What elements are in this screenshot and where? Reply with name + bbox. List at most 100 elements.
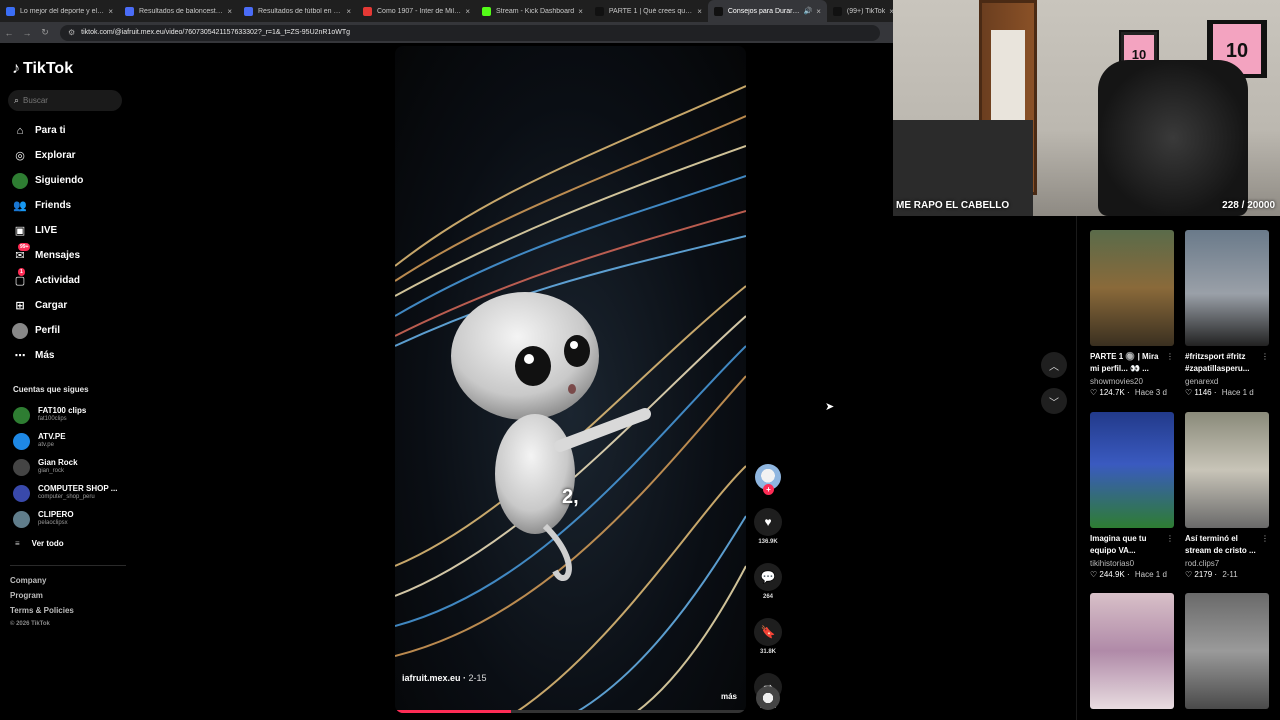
footer-terms[interactable]: Terms & Policies <box>10 606 74 621</box>
author-handle[interactable]: iafruit.mex.eu <box>402 673 461 683</box>
activity-icon: ▢ 1 <box>14 267 26 287</box>
sidebar-item-m-s[interactable]: ⋯ Más <box>12 343 83 368</box>
video-author[interactable]: iafruit.mex.eu · 2-15 <box>402 673 487 683</box>
video-thumbnail[interactable] <box>1090 412 1174 528</box>
tiktok-logo[interactable]: ♪ TikTok <box>12 60 73 78</box>
video-title[interactable]: #fritzsport #fritz #zapatillasperu... ⋮ <box>1185 351 1269 375</box>
comment-icon[interactable]: 💬 <box>754 563 782 591</box>
followed-account[interactable]: Gian Rock gian_rock <box>13 454 117 480</box>
sidebar-item-mensajes[interactable]: ✉ 99+ Mensajes <box>12 242 83 268</box>
live-icon: ▣ <box>14 225 26 237</box>
followed-account[interactable]: CLIPERO pelaoclipsx <box>13 506 117 532</box>
more-link[interactable]: más <box>721 692 737 701</box>
browser-tab[interactable]: Lo mejor del deporte y el entre × <box>0 0 119 22</box>
follow-plus-icon[interactable]: + <box>763 484 774 495</box>
like-action[interactable]: ♥ 136.9K <box>754 508 782 545</box>
close-tab-icon[interactable]: × <box>697 7 702 16</box>
search-box[interactable]: ⌕ <box>8 90 122 111</box>
account-names: COMPUTER SHOP ... computer_shop_peru <box>38 484 117 502</box>
followed-account[interactable]: FAT100 clips fat100clips <box>13 402 117 428</box>
music-disc-icon[interactable] <box>756 686 780 710</box>
sidebar-item-label: Para ti <box>35 125 66 136</box>
comment-count: 264 <box>762 594 773 600</box>
sidebar-item-actividad[interactable]: ▢ 1 Actividad <box>12 267 83 293</box>
close-tab-icon[interactable]: × <box>816 7 821 16</box>
creator-avatar[interactable]: + <box>755 464 781 495</box>
recommended-video-card[interactable]: Imagina que tu equipo VA... ⋮ tikihistoria… <box>1090 412 1174 579</box>
sidebar-divider <box>10 565 126 566</box>
video-title[interactable]: PARTE 1 🔘 | Mira mi perfil... 👀 ... ⋮ <box>1090 351 1174 375</box>
browser-tab[interactable]: (99+) TikTok × <box>827 0 893 22</box>
compass-icon: ◎ <box>15 150 25 162</box>
recommended-video-card[interactable] <box>1090 593 1174 709</box>
heart-icon[interactable]: ♥ <box>754 508 782 536</box>
tab-title: (99+) TikTok <box>846 7 886 15</box>
sidebar-item-siguiendo[interactable]: Siguiendo <box>12 168 83 193</box>
sidebar-item-live[interactable]: ▣ LIVE <box>12 218 83 243</box>
site-info-icon[interactable]: ⚙ <box>68 28 75 37</box>
time-ago: Hace 1 d <box>1134 570 1167 579</box>
bookmark-icon[interactable]: 🔖 <box>754 618 782 646</box>
sidebar-item-explorar[interactable]: ◎ Explorar <box>12 143 83 168</box>
browser-tab[interactable]: Como 1907 - Inter de Milán Fú× <box>357 0 476 22</box>
copyright: © 2026 TikTok <box>10 621 50 627</box>
notification-badge: 1 <box>18 267 25 276</box>
video-thumbnail[interactable] <box>1185 593 1269 709</box>
more-options-icon[interactable]: ⋮ <box>1166 533 1174 545</box>
back-icon[interactable]: ← <box>0 28 18 38</box>
video-thumbnail[interactable] <box>1185 412 1269 528</box>
video-title[interactable]: Así terminó el stream de cristo ... ⋮ <box>1185 533 1269 557</box>
sidebar-item-para-ti[interactable]: ⌂ Para ti <box>12 118 83 143</box>
sidebar-item-friends[interactable]: 👥 Friends <box>12 193 83 218</box>
footer-company[interactable]: Company <box>10 576 74 591</box>
tab-favicon-icon <box>832 6 842 16</box>
reload-icon[interactable]: ↻ <box>36 27 54 38</box>
more-options-icon[interactable]: ⋮ <box>1261 533 1269 545</box>
search-input[interactable] <box>23 96 114 105</box>
followed-account[interactable]: COMPUTER SHOP ... computer_shop_peru <box>13 480 117 506</box>
video-progress-bar[interactable] <box>395 710 746 713</box>
previous-video-button[interactable]: ︿ <box>1041 352 1067 378</box>
video-creator[interactable]: genarexd <box>1185 377 1269 386</box>
close-tab-icon[interactable]: × <box>346 7 351 16</box>
tab-title: PARTE 1 | Qué crees que pasarı <box>608 7 693 15</box>
mouse-cursor-icon: ➤ <box>825 401 835 413</box>
video-frame-art <box>395 85 746 713</box>
comment-action[interactable]: 💬 264 <box>754 563 782 600</box>
next-video-button[interactable]: ﹀ <box>1041 388 1067 414</box>
video-thumbnail[interactable] <box>1185 230 1269 346</box>
video-title[interactable]: Imagina que tu equipo VA... ⋮ <box>1090 533 1174 557</box>
save-action[interactable]: 🔖 31.8K <box>754 618 782 655</box>
browser-tab[interactable]: PARTE 1 | Qué crees que pasarı × <box>589 0 708 22</box>
video-creator[interactable]: tikihistorias0 <box>1090 559 1174 568</box>
video-thumbnail[interactable] <box>1090 593 1174 709</box>
more-options-icon[interactable]: ⋮ <box>1166 351 1174 363</box>
see-all-button[interactable]: ≡ Ver todo <box>15 539 64 548</box>
recommended-video-card[interactable]: #fritzsport #fritz #zapatillasperu... ⋮ ge… <box>1185 230 1269 397</box>
close-tab-icon[interactable]: × <box>578 7 583 16</box>
close-tab-icon[interactable]: × <box>108 7 113 16</box>
video-creator[interactable]: showmovies20 <box>1090 377 1174 386</box>
browser-tab[interactable]: Consejos para Durar Más e🔊 × <box>707 0 827 22</box>
more-options-icon[interactable]: ⋮ <box>1261 351 1269 363</box>
forward-icon[interactable]: → <box>18 28 36 38</box>
footer-program[interactable]: Program <box>10 591 74 606</box>
recommended-video-card[interactable]: PARTE 1 🔘 | Mira mi perfil... 👀 ... ⋮ show… <box>1090 230 1174 397</box>
followed-account[interactable]: ATV.PE atv.pe <box>13 428 117 454</box>
video-creator[interactable]: rod.clips7 <box>1185 559 1269 568</box>
sidebar-item-perfil[interactable]: Perfil <box>12 318 83 343</box>
browser-tab[interactable]: Stream - Kick Dashboard × <box>476 0 589 22</box>
browser-tab[interactable]: Resultados de fútbol en directo × <box>238 0 357 22</box>
sidebar-item-cargar[interactable]: ⊞ Cargar <box>12 293 83 318</box>
close-tab-icon[interactable]: × <box>227 7 232 16</box>
video-thumbnail[interactable] <box>1090 230 1174 346</box>
close-tab-icon[interactable]: × <box>465 7 470 16</box>
url-field[interactable]: ⚙ tiktok.com/@iafruit.mex.eu/video/76073… <box>60 24 880 41</box>
recommended-video-card[interactable]: Así terminó el stream de cristo ... ⋮ rod.… <box>1185 412 1269 579</box>
speaker-icon[interactable]: 🔊 <box>803 7 812 15</box>
browser-tab[interactable]: Resultados de baloncesto en di × <box>119 0 238 22</box>
sidebar-menu: ⌂ Para ti ◎ Explorar Siguiendo 👥 Friends ▣ LIVE ✉… <box>12 118 83 368</box>
recommended-video-card[interactable] <box>1185 593 1269 709</box>
video-player[interactable]: 2, iafruit.mex.eu · 2-15 más <box>395 46 746 713</box>
like-count: 1146 <box>1194 388 1212 397</box>
